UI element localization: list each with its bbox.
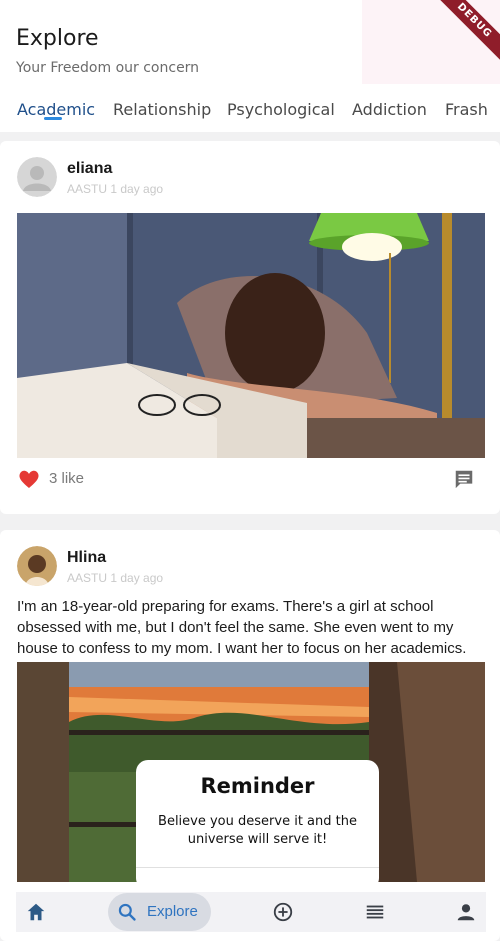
app-bar: DEBUG Explore Your Freedom our concern A… [0,0,500,132]
avatar[interactable] [17,546,57,586]
tab-relationship[interactable]: Relationship [113,100,211,119]
tab-psychological[interactable]: Psychological [227,100,335,119]
default-avatar-icon [17,157,57,197]
tab-addiction[interactable]: Addiction [352,100,427,119]
post-image[interactable] [17,213,485,458]
post-meta: AASTU 1 day ago [67,571,164,585]
post-image[interactable]: Reminder Believe you deserve it and the … [17,662,485,882]
list-icon[interactable] [364,901,386,923]
debug-corner: DEBUG [362,0,500,84]
reminder-card: Reminder Believe you deserve it and the … [136,760,379,882]
post-meta: AASTU 1 day ago [67,182,164,196]
tab-frash[interactable]: Frash [445,100,488,119]
debug-banner: DEBUG [425,0,500,70]
reminder-title: Reminder [200,774,315,798]
avatar[interactable] [17,157,57,197]
heart-icon[interactable] [17,467,41,491]
profile-photo [17,546,57,586]
category-tabs: Academic Relationship Psychological Addi… [0,96,500,126]
post-card: eliana AASTU 1 day ago 3 like [0,141,500,514]
tab-indicator [44,117,62,120]
page-title: Explore [16,26,99,51]
person-icon[interactable] [455,901,477,923]
reminder-body: Believe you deserve it and the universe … [158,814,357,847]
like-count: 3 like [49,470,85,487]
student-asleep-image [17,213,485,458]
page-subtitle: Your Freedom our concern [16,60,200,76]
add-circle-icon[interactable] [272,901,294,923]
post-author[interactable]: eliana [67,160,112,178]
post-card: Hlina AASTU 1 day ago I'm an 18-year-old… [0,530,500,941]
comment-icon[interactable] [453,468,475,490]
nav-explore-label[interactable]: Explore [147,903,198,920]
bottom-navigation: Explore [16,892,486,932]
divider [136,867,379,868]
search-icon[interactable] [117,902,137,922]
post-actions: 3 like [17,466,485,492]
home-icon[interactable] [25,901,47,923]
post-author[interactable]: Hlina [67,549,106,567]
